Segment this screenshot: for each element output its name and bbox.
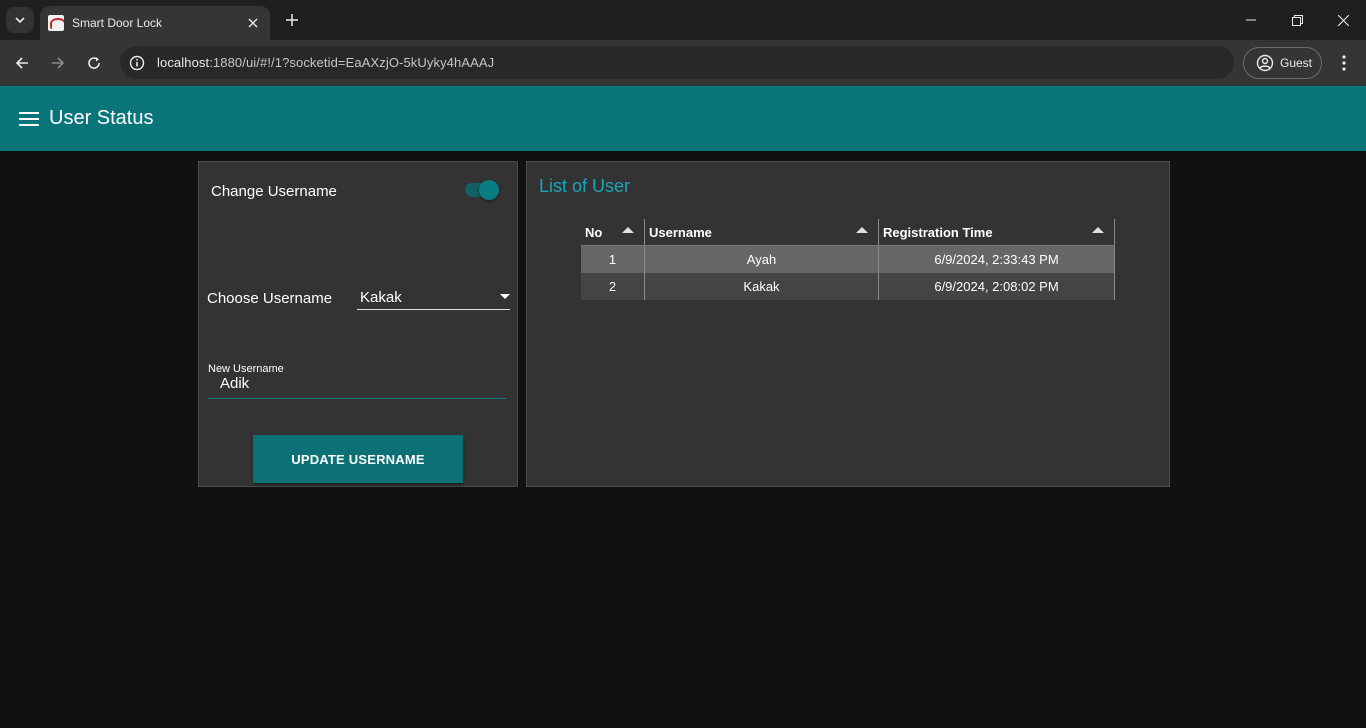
- column-header-label: Registration Time: [883, 225, 993, 240]
- cell-no: 1: [581, 246, 645, 273]
- arrow-left-icon: [15, 57, 28, 69]
- sort-ascending-icon[interactable]: [622, 227, 634, 233]
- forward-button[interactable]: [46, 51, 70, 75]
- change-username-card: Change Username Choose Username Kakak Ne…: [198, 161, 518, 487]
- restore-icon: [1291, 14, 1303, 26]
- update-username-button[interactable]: UPDATE USERNAME: [253, 435, 463, 483]
- restore-button[interactable]: [1274, 0, 1320, 40]
- new-username-value: Adik: [220, 375, 250, 392]
- site-favicon-icon: [48, 15, 64, 31]
- new-username-label: New Username: [208, 363, 284, 375]
- tab-close-button[interactable]: [244, 14, 262, 32]
- account-circle-icon: [1256, 54, 1274, 72]
- user-list-title: List of User: [539, 176, 631, 196]
- new-username-field[interactable]: New Username Adik: [208, 363, 506, 399]
- reload-button[interactable]: [82, 51, 106, 75]
- choose-username-label: Choose Username: [207, 290, 333, 307]
- url-path: :1880/ui/#!/1?socketid=EaAXzjO-5kUyky4hA…: [209, 55, 495, 70]
- sort-ascending-icon[interactable]: [1092, 227, 1104, 233]
- app-header: User Status: [0, 86, 1366, 151]
- url-host: localhost: [157, 55, 210, 70]
- browser-menu-button[interactable]: [1334, 51, 1354, 75]
- profile-label: Guest: [1280, 56, 1313, 70]
- cell-username: Ayah: [645, 246, 879, 273]
- address-bar[interactable]: localhost:1880/ui/#!/1?socketid=EaAXzjO-…: [120, 46, 1234, 79]
- minimize-icon: [1246, 19, 1256, 21]
- toggle-knob: [479, 180, 499, 200]
- cell-registration-time: 6/9/2024, 2:33:43 PM: [879, 246, 1115, 273]
- plus-icon: [286, 14, 298, 26]
- new-tab-button[interactable]: [282, 10, 302, 30]
- change-username-toggle[interactable]: [465, 180, 501, 200]
- more-vert-icon: [1342, 55, 1346, 71]
- cell-username: Kakak: [645, 273, 879, 300]
- selected-username: Kakak: [360, 289, 402, 306]
- back-button[interactable]: [10, 51, 34, 75]
- close-icon: [1337, 14, 1349, 26]
- user-list-card: List of User No Username Registration Ti…: [526, 161, 1170, 487]
- column-header-label: Username: [649, 225, 712, 240]
- arrow-right-icon: [52, 57, 65, 69]
- page-title: User Status: [49, 107, 154, 129]
- column-header-registration-time[interactable]: Registration Time: [879, 219, 1115, 245]
- change-username-label: Change Username: [211, 183, 337, 200]
- menu-icon[interactable]: [19, 111, 39, 127]
- cell-registration-time: 6/9/2024, 2:08:02 PM: [879, 273, 1115, 300]
- site-info-button[interactable]: [126, 52, 148, 74]
- user-table: No Username Registration Time 1 Ayah 6/9…: [581, 219, 1115, 300]
- reload-icon: [88, 57, 100, 69]
- table-row[interactable]: 1 Ayah 6/9/2024, 2:33:43 PM: [581, 246, 1115, 273]
- sort-ascending-icon[interactable]: [856, 227, 868, 233]
- url-text: localhost:1880/ui/#!/1?socketid=EaAXzjO-…: [157, 55, 494, 70]
- dropdown-arrow-icon: [500, 294, 510, 299]
- close-icon: [248, 18, 258, 28]
- profile-button[interactable]: Guest: [1243, 47, 1322, 79]
- tab-title: Smart Door Lock: [72, 16, 163, 30]
- browser-toolbar: localhost:1880/ui/#!/1?socketid=EaAXzjO-…: [0, 40, 1366, 86]
- column-header-no[interactable]: No: [581, 219, 645, 245]
- minimize-button[interactable]: [1228, 0, 1274, 40]
- choose-username-dropdown[interactable]: Kakak: [357, 286, 510, 310]
- table-header: No Username Registration Time: [581, 219, 1115, 246]
- close-window-button[interactable]: [1320, 0, 1366, 40]
- browser-tab[interactable]: Smart Door Lock: [40, 6, 270, 40]
- column-header-label: No: [585, 225, 603, 240]
- browser-tab-strip: Smart Door Lock: [0, 0, 1366, 40]
- cell-no: 2: [581, 273, 645, 300]
- window-controls: [1228, 0, 1366, 40]
- column-header-username[interactable]: Username: [645, 219, 879, 245]
- tab-search-button[interactable]: [6, 7, 34, 33]
- info-icon: [129, 55, 145, 70]
- chevron-down-icon: [15, 17, 25, 24]
- table-row[interactable]: 2 Kakak 6/9/2024, 2:08:02 PM: [581, 273, 1115, 300]
